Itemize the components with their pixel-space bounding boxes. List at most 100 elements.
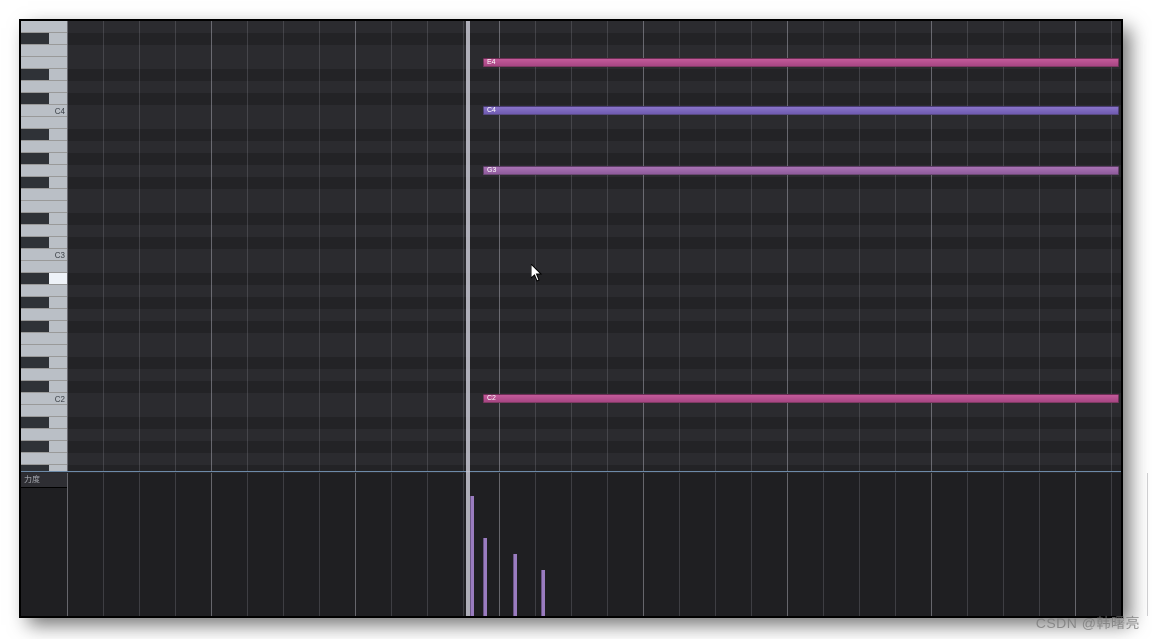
beat-line <box>607 21 608 471</box>
piano-key[interactable] <box>21 273 67 285</box>
beat-line <box>751 473 752 616</box>
beat-line <box>67 473 68 616</box>
velocity-bar[interactable] <box>541 570 545 616</box>
beat-line <box>715 473 716 616</box>
piano-key[interactable] <box>21 333 67 345</box>
piano-key[interactable] <box>21 321 67 333</box>
beat-line <box>895 473 896 616</box>
note-grid[interactable]: E4 C4 G3 C2 <box>67 21 1121 471</box>
piano-key[interactable]: C3 <box>21 249 67 261</box>
piano-key[interactable] <box>21 69 67 81</box>
beat-line <box>139 473 140 616</box>
bar-line <box>67 21 68 471</box>
beat-line <box>859 473 860 616</box>
midi-note[interactable]: C4 <box>483 106 1119 115</box>
lane-separator[interactable] <box>21 471 1121 472</box>
beat-line <box>1111 21 1112 471</box>
beat-line <box>175 473 176 616</box>
beat-line <box>283 21 284 471</box>
beat-line <box>175 21 176 471</box>
piano-key[interactable] <box>21 345 67 357</box>
beat-line <box>1075 473 1076 616</box>
beat-line <box>211 473 212 616</box>
octave-label: C2 <box>55 395 65 404</box>
beat-line <box>463 21 464 471</box>
piano-roll-window: C4 C3 C2 E4 C4 G3 C2 力度 <box>20 20 1122 617</box>
velocity-header: 力度 <box>21 473 67 488</box>
beat-line <box>391 473 392 616</box>
beat-line <box>355 473 356 616</box>
beat-line <box>1147 473 1148 616</box>
midi-note[interactable]: C2 <box>483 394 1119 403</box>
note-grid-area[interactable]: C4 C3 C2 E4 C4 G3 C2 <box>21 21 1121 471</box>
velocity-bar[interactable] <box>483 538 487 616</box>
beat-line <box>751 21 752 471</box>
piano-key[interactable] <box>21 429 67 441</box>
piano-key[interactable] <box>21 357 67 369</box>
beat-line <box>1111 473 1112 616</box>
piano-key[interactable] <box>21 57 67 69</box>
beat-line <box>463 473 464 616</box>
beat-line <box>247 473 248 616</box>
playhead[interactable] <box>466 21 470 616</box>
beat-line <box>139 21 140 471</box>
piano-key[interactable] <box>21 213 67 225</box>
beat-line <box>895 21 896 471</box>
piano-key[interactable] <box>21 165 67 177</box>
beat-line <box>319 473 320 616</box>
beat-line <box>643 473 644 616</box>
beat-line <box>967 21 968 471</box>
piano-key[interactable] <box>21 417 67 429</box>
velocity-label: 力度 <box>24 474 40 485</box>
beat-line <box>391 21 392 471</box>
beat-line <box>607 473 608 616</box>
velocity-body[interactable] <box>67 473 1121 616</box>
velocity-lane[interactable]: 力度 <box>21 473 1121 616</box>
piano-key[interactable] <box>21 153 67 165</box>
beat-line <box>535 473 536 616</box>
beat-line <box>571 473 572 616</box>
octave-label: C3 <box>55 251 65 260</box>
beat-line <box>499 473 500 616</box>
piano-key[interactable] <box>21 177 67 189</box>
piano-key[interactable] <box>21 453 67 465</box>
beat-line <box>319 21 320 471</box>
piano-key[interactable]: C4 <box>21 105 67 117</box>
piano-key[interactable] <box>21 81 67 93</box>
piano-key[interactable] <box>21 45 67 57</box>
bar-line <box>643 21 644 471</box>
piano-key[interactable] <box>21 309 67 321</box>
piano-key[interactable] <box>21 93 67 105</box>
midi-note[interactable]: G3 <box>483 166 1119 175</box>
piano-key[interactable] <box>21 285 67 297</box>
piano-key[interactable]: C2 <box>21 393 67 405</box>
piano-key[interactable] <box>21 33 67 45</box>
piano-keyboard[interactable]: C4 C3 C2 <box>21 21 67 471</box>
beat-line <box>535 21 536 471</box>
piano-key[interactable] <box>21 261 67 273</box>
bar-line <box>499 21 500 471</box>
piano-key[interactable] <box>21 201 67 213</box>
bar-line <box>787 21 788 471</box>
piano-key[interactable] <box>21 141 67 153</box>
piano-key[interactable] <box>21 129 67 141</box>
beat-line <box>571 21 572 471</box>
velocity-bar[interactable] <box>470 496 474 616</box>
piano-key[interactable] <box>21 21 67 33</box>
piano-key[interactable] <box>21 237 67 249</box>
beat-line <box>679 21 680 471</box>
piano-key[interactable] <box>21 189 67 201</box>
midi-note[interactable]: E4 <box>483 58 1119 67</box>
piano-key[interactable] <box>21 405 67 417</box>
velocity-bar[interactable] <box>513 554 517 616</box>
piano-key[interactable] <box>21 369 67 381</box>
piano-key[interactable] <box>21 297 67 309</box>
beat-line <box>1039 21 1040 471</box>
beat-line <box>103 21 104 471</box>
piano-key[interactable] <box>21 225 67 237</box>
beat-line <box>715 21 716 471</box>
piano-key[interactable] <box>21 441 67 453</box>
piano-key[interactable] <box>21 117 67 129</box>
beat-line <box>427 21 428 471</box>
piano-key[interactable] <box>21 381 67 393</box>
